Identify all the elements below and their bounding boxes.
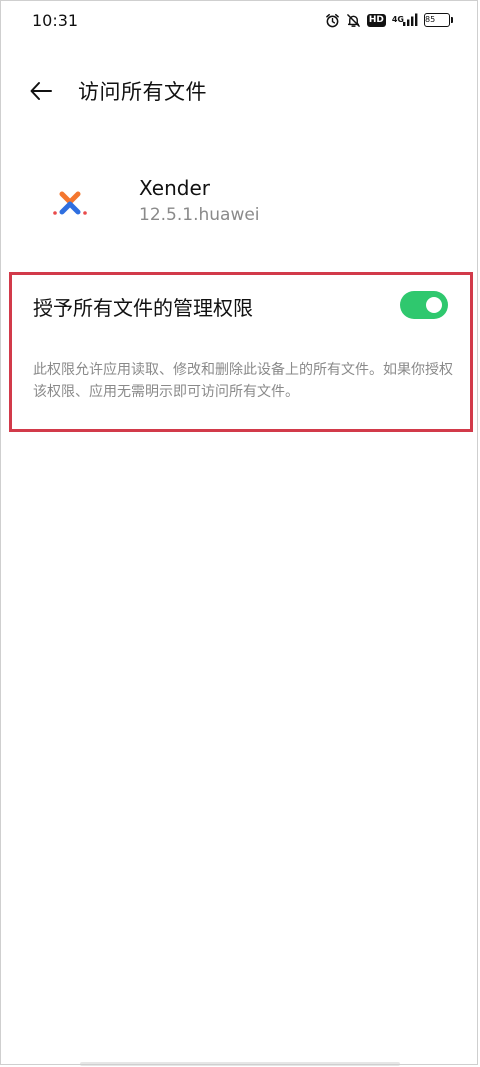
back-button[interactable] (24, 74, 58, 108)
status-icons: HD 4G 85 (325, 11, 453, 29)
gesture-bar[interactable] (80, 1062, 400, 1066)
permission-description: 此权限允许应用读取、修改和删除此设备上的所有文件。如果你授权该权限、应用无需明示… (33, 362, 453, 400)
toggle-knob (426, 297, 442, 313)
app-version: 12.5.1.huawei (139, 205, 260, 225)
back-arrow-icon (30, 82, 52, 100)
xender-app-icon (46, 180, 94, 228)
permission-label: 授予所有文件的管理权限 (33, 296, 253, 320)
app-bar: 访问所有文件 (0, 62, 480, 118)
signal-icon: 4G (392, 13, 418, 27)
bell-off-icon (346, 13, 361, 28)
alarm-icon (325, 13, 340, 28)
hd-badge: HD (366, 13, 386, 27)
battery-icon: 85 (424, 13, 453, 27)
all-files-permission-row[interactable]: 授予所有文件的管理权限 (0, 276, 480, 336)
page-title: 访问所有文件 (78, 80, 207, 104)
app-name: Xender (139, 176, 211, 200)
status-time: 10:31 (32, 11, 79, 30)
status-bar: 10:31 HD 4G 85 (0, 0, 480, 42)
app-info: Xender 12.5.1.huawei (0, 160, 480, 250)
permission-toggle[interactable] (400, 291, 448, 319)
